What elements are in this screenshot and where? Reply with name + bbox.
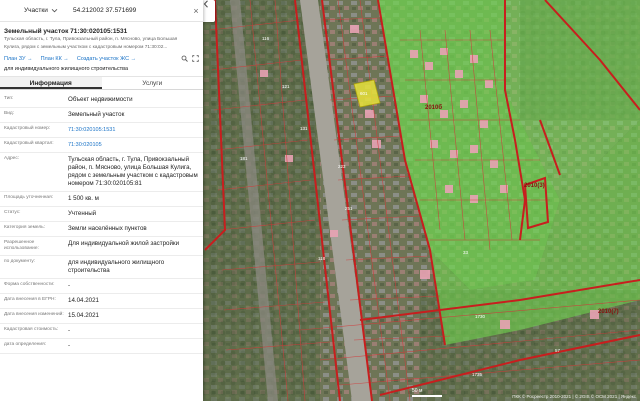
info-panel: Участки × Земельный участок 71:30:020105… bbox=[0, 0, 203, 401]
svg-text:223: 223 bbox=[338, 164, 346, 169]
prop-key: Вид: bbox=[4, 111, 15, 116]
panel-collapse-button[interactable] bbox=[203, 0, 215, 22]
prop-row-egrn-date: Дата внесения в ЕГРН: 14.04.2021 bbox=[0, 294, 203, 309]
prop-key: Кадастровый номер: bbox=[4, 126, 51, 131]
prop-row-ownership: Форма собственности: - bbox=[0, 279, 203, 294]
prop-value: Для индивидуальной жилой застройки bbox=[68, 240, 180, 247]
prop-row-cadastral-quarter: Кадастровый квартал: 71:30:020105 bbox=[0, 138, 203, 153]
svg-text:121: 121 bbox=[282, 84, 290, 89]
prop-value: 1 500 кв. м bbox=[68, 195, 99, 202]
map-scale: 50 м bbox=[412, 388, 442, 397]
panel-tools bbox=[181, 55, 199, 62]
svg-text:131: 131 bbox=[300, 126, 308, 131]
svg-text:1730: 1730 bbox=[475, 314, 486, 319]
prop-key: Категория земель: bbox=[4, 225, 46, 230]
prop-row-change-date: Дата внесения изменений: 15.04.2021 bbox=[0, 309, 203, 324]
svg-text:116: 116 bbox=[262, 36, 270, 41]
chevron-left-icon bbox=[203, 0, 208, 8]
prop-value: 15.04.2021 bbox=[68, 312, 99, 319]
zone-label-2: 2010(3) bbox=[524, 183, 545, 189]
scale-bar bbox=[412, 395, 442, 397]
prop-key: Дата внесения в ЕГРН: bbox=[4, 297, 56, 302]
prop-value: Объект недвижимости bbox=[68, 96, 133, 103]
prop-value: 14.04.2021 bbox=[68, 297, 99, 304]
zone-label-1: 2010б bbox=[425, 105, 443, 111]
prop-row-by-document: по документу: для индивидуального жилищн… bbox=[0, 256, 203, 279]
plan-zu-link[interactable]: План ЗУ → bbox=[4, 56, 33, 62]
parcel-purpose: для индивидуального жилищного строительс… bbox=[4, 66, 129, 72]
prop-value: Учтенный bbox=[68, 210, 97, 217]
svg-text:33: 33 bbox=[463, 250, 469, 255]
create-zs-link[interactable]: Создать участок ЖС → bbox=[77, 56, 136, 62]
prop-row-cadastral-value: Кадастровая стоимость: - bbox=[0, 324, 203, 339]
prop-row-permitted-use: Разрешенное использование: Для индивидуа… bbox=[0, 237, 203, 256]
prop-value: - bbox=[68, 282, 71, 289]
search-input[interactable] bbox=[63, 0, 189, 22]
prop-key: Кадастровый квартал: bbox=[4, 141, 54, 146]
prop-row-determination-date: дата определения: - bbox=[0, 339, 203, 354]
parcel-address-line-1: Тульская область, г. Тула, Привокзальный… bbox=[4, 37, 178, 42]
plan-kk-link[interactable]: План КК → bbox=[41, 56, 69, 62]
parcel-header: Земельный участок 71:30:020105:1531 Туль… bbox=[0, 22, 203, 51]
prop-key: Адрес: bbox=[4, 156, 20, 161]
prop-row-status: Статус: Учтенный bbox=[0, 207, 203, 222]
prop-key: Форма собственности: bbox=[4, 282, 55, 287]
clear-search-icon[interactable]: × bbox=[189, 6, 203, 16]
svg-text:118: 118 bbox=[318, 256, 326, 261]
prop-key: дата определения: bbox=[4, 342, 47, 347]
prop-row-address: Адрес: Тульская область, г. Тула, Привок… bbox=[0, 153, 203, 192]
prop-key: Кадастровая стоимость: bbox=[4, 327, 59, 332]
tab-info[interactable]: Информация bbox=[0, 77, 102, 89]
prop-value: Тульская область, г. Тула, Привокзальный… bbox=[68, 156, 198, 187]
tab-services[interactable]: Услуги bbox=[102, 77, 204, 89]
object-type-select[interactable]: Участки bbox=[0, 0, 63, 22]
prop-value: - bbox=[68, 327, 71, 334]
prop-key: Дата внесения изменений: bbox=[4, 312, 64, 317]
svg-text:601: 601 bbox=[360, 91, 368, 96]
prop-value: - bbox=[68, 342, 71, 349]
search-bar: Участки × bbox=[0, 0, 203, 22]
scale-label: 50 м bbox=[412, 388, 423, 394]
prop-key: Площадь уточненная: bbox=[4, 195, 54, 200]
prop-row-type: Тип: Объект недвижимости bbox=[0, 93, 203, 108]
parcel-links: План ЗУ → План КК → Создать участок ЖС → bbox=[0, 51, 203, 63]
svg-text:1735: 1735 bbox=[472, 372, 483, 377]
prop-value: для индивидуального жилищного строительс… bbox=[68, 259, 165, 274]
prop-key: Тип: bbox=[4, 96, 14, 101]
object-type-value: Участки bbox=[24, 7, 48, 14]
map-attribution: ПКК © Росреестр 2010-2021 | © 2GIS © ОСМ… bbox=[512, 394, 636, 399]
svg-text:181: 181 bbox=[240, 156, 248, 161]
prop-key: Статус: bbox=[4, 210, 21, 215]
prop-value: Земельный участок bbox=[68, 111, 125, 118]
search-icon[interactable] bbox=[181, 55, 188, 62]
prop-key: Разрешенное использование: bbox=[4, 240, 39, 251]
prop-key: по документу: bbox=[4, 259, 36, 264]
prop-row-area: Площадь уточненная: 1 500 кв. м bbox=[0, 192, 203, 207]
svg-text:57: 57 bbox=[555, 348, 561, 353]
properties-list: Тип: Объект недвижимости Вид: Земельный … bbox=[0, 93, 203, 354]
cadastral-number-link[interactable]: 71:30:020105:1531 bbox=[68, 126, 203, 134]
prop-row-kind: Вид: Земельный участок bbox=[0, 108, 203, 123]
fullscreen-icon[interactable] bbox=[192, 55, 199, 62]
zone-label-3: 2010(7) bbox=[598, 309, 619, 315]
prop-value: Земли населённых пунктов bbox=[68, 225, 147, 232]
cadastral-quarter-link[interactable]: 71:30:020105 bbox=[68, 141, 203, 149]
chevron-down-icon bbox=[51, 8, 58, 13]
prop-row-cadastral-number: Кадастровый номер: 71:30:020105:1531 bbox=[0, 123, 203, 138]
svg-text:251: 251 bbox=[345, 206, 353, 211]
prop-row-land-category: Категория земель: Земли населённых пункт… bbox=[0, 222, 203, 237]
panel-tabs: Информация Услуги bbox=[0, 76, 203, 90]
parcel-title: Земельный участок 71:30:020105:1531 bbox=[4, 28, 128, 35]
